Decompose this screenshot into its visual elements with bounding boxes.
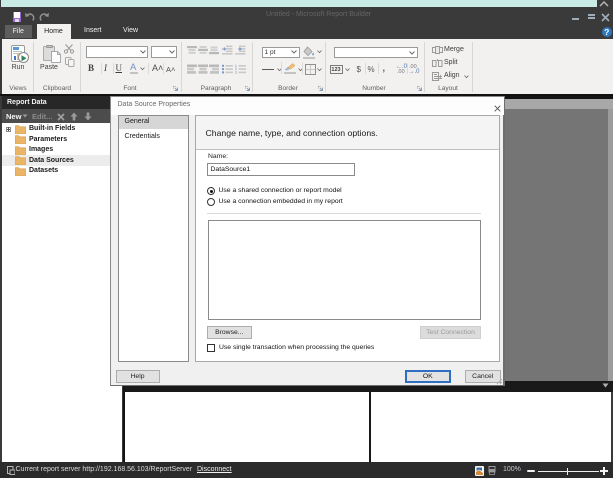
svg-text:3: 3 (235, 70, 237, 74)
